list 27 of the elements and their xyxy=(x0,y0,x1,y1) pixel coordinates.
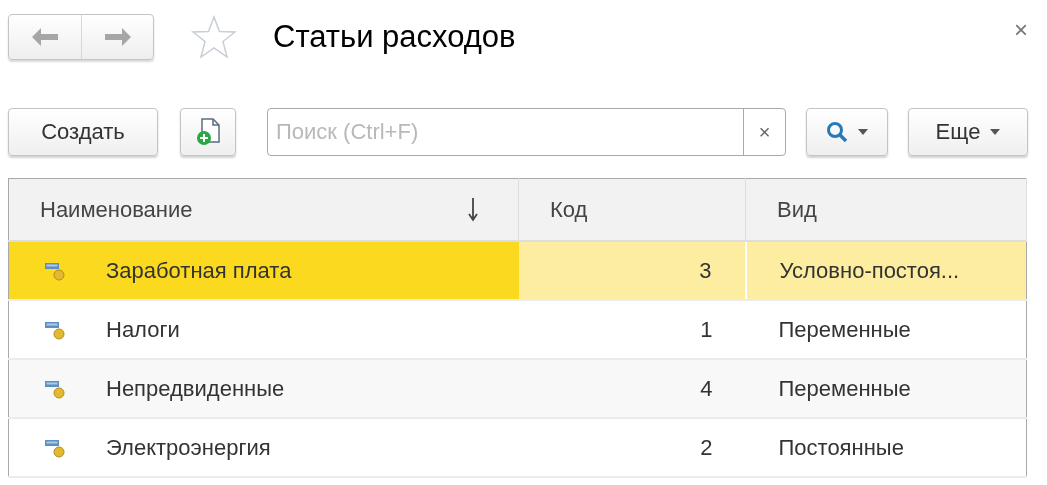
search-icon xyxy=(826,121,848,143)
table-cell[interactable]: Электроэнергия xyxy=(8,418,519,477)
table-cell: Условно-постоя... xyxy=(745,241,1027,300)
column-header[interactable]: Код xyxy=(518,178,746,241)
caret-icon xyxy=(858,129,868,135)
table-cell[interactable]: Заработная плата xyxy=(8,241,519,300)
create-button[interactable]: Создать xyxy=(8,108,158,156)
table-cell: Переменные xyxy=(745,359,1027,418)
forward-arrow-icon xyxy=(104,28,131,46)
table-cell: 2 xyxy=(518,418,746,477)
table-cell: 4 xyxy=(518,359,746,418)
back-arrow-icon xyxy=(32,28,58,46)
more-button[interactable]: Еще xyxy=(908,108,1028,156)
close-button[interactable]: × xyxy=(1014,16,1028,44)
search-button[interactable] xyxy=(806,108,888,156)
search-field[interactable]: Поиск (Ctrl+F) × xyxy=(267,108,786,156)
clear-button[interactable]: × xyxy=(743,109,785,155)
table-cell[interactable]: Непредвиденные xyxy=(8,359,519,418)
table-cell: Постоянные xyxy=(745,418,1027,477)
window-title: Статьи расходов xyxy=(273,19,516,55)
add-copy-button[interactable] xyxy=(180,108,236,156)
column-header[interactable]: Наименование xyxy=(8,178,519,241)
column-header[interactable]: Вид xyxy=(745,178,1027,241)
caret-icon xyxy=(990,129,1001,135)
star-icon[interactable] xyxy=(191,15,237,59)
table-cell: 3 xyxy=(518,241,746,300)
document-add-icon xyxy=(196,118,220,146)
